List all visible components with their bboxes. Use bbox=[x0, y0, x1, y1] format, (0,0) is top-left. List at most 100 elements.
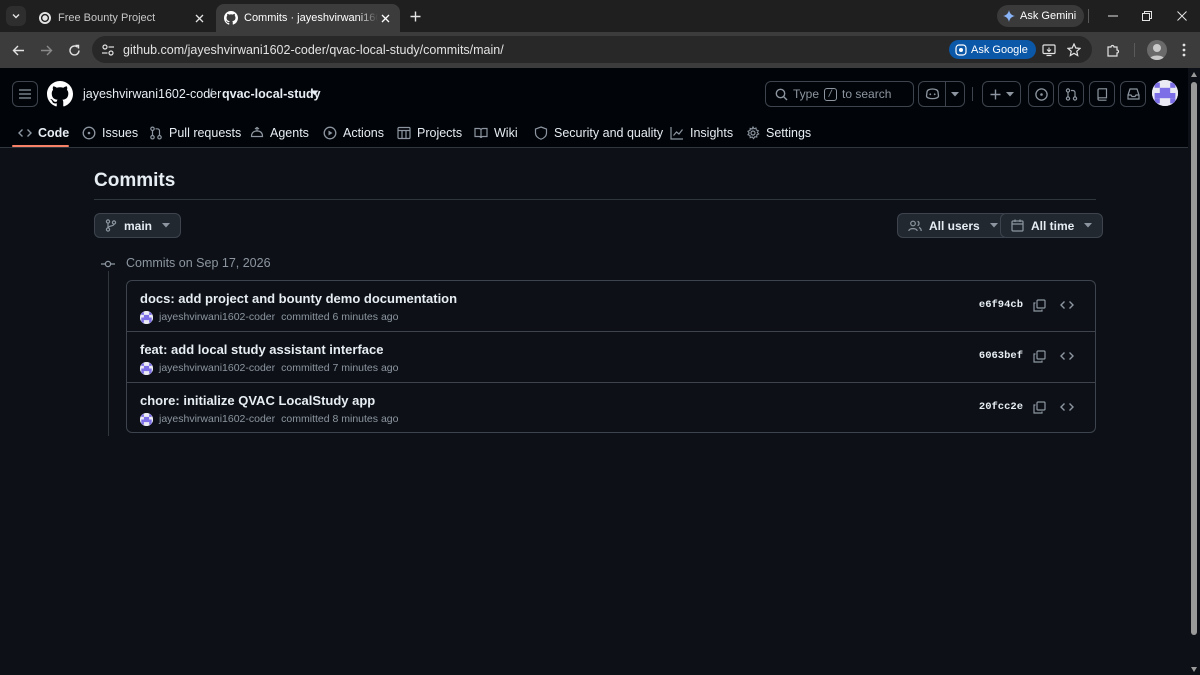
plus-icon bbox=[410, 11, 420, 21]
copy-icon bbox=[1032, 298, 1046, 312]
table-icon bbox=[397, 126, 411, 139]
scroll-up-arrow-icon[interactable] bbox=[1191, 72, 1197, 77]
hamburger-icon bbox=[19, 89, 31, 99]
site-info-icon[interactable] bbox=[100, 42, 115, 57]
commit-sha-link[interactable]: 6063bef bbox=[979, 350, 1023, 362]
breadcrumb-owner-link[interactable]: jayeshvirwani1602-coder bbox=[83, 87, 221, 101]
open-global-nav-button[interactable] bbox=[12, 81, 38, 107]
commit-message-link[interactable]: docs: add project and bounty demo docume… bbox=[140, 291, 457, 306]
tab-issues[interactable]: Issues bbox=[82, 117, 138, 148]
author-avatar[interactable] bbox=[140, 361, 153, 375]
author-name-link[interactable]: jayeshvirwani1602-coder bbox=[159, 362, 275, 374]
branch-select-button[interactable]: main bbox=[94, 213, 182, 238]
tab-wiki[interactable]: Wiki bbox=[474, 117, 518, 148]
tab-label: Settings bbox=[766, 125, 812, 140]
close-tab-icon[interactable] bbox=[378, 11, 392, 25]
close-tab-icon[interactable] bbox=[192, 11, 206, 25]
ask-google-label: Ask Google bbox=[971, 43, 1028, 56]
minimize-button[interactable] bbox=[1104, 7, 1122, 25]
repositories-button[interactable] bbox=[1089, 81, 1115, 107]
commit-sha-link[interactable]: 20fcc2e bbox=[979, 401, 1023, 413]
time-filter-button[interactable]: All time bbox=[1000, 213, 1104, 238]
copy-sha-button[interactable] bbox=[1031, 348, 1047, 364]
install-app-button[interactable] bbox=[1040, 41, 1057, 58]
divider bbox=[1134, 43, 1135, 57]
forward-button[interactable] bbox=[37, 41, 55, 59]
user-avatar[interactable] bbox=[1152, 80, 1178, 106]
bookmark-button[interactable] bbox=[1065, 41, 1082, 58]
users-filter-button[interactable]: All users bbox=[897, 213, 1009, 238]
inbox-button[interactable] bbox=[1120, 81, 1146, 107]
caret-down-icon[interactable] bbox=[310, 90, 319, 96]
minimize-icon bbox=[1108, 15, 1118, 17]
pull-request-icon bbox=[150, 125, 162, 140]
profile-avatar[interactable] bbox=[1147, 40, 1167, 60]
pull-requests-button[interactable] bbox=[1058, 81, 1084, 107]
github-logo-icon[interactable] bbox=[47, 81, 73, 107]
gear-icon bbox=[747, 125, 760, 140]
commit-message-link[interactable]: feat: add local study assistant interfac… bbox=[140, 342, 383, 357]
tab-projects[interactable]: Projects bbox=[397, 117, 462, 148]
address-bar[interactable]: github.com/jayeshvirwani1602-coder/qvac-… bbox=[92, 36, 1092, 63]
tab-agents[interactable]: Agents bbox=[250, 117, 309, 148]
ask-google-button[interactable]: Ask Google bbox=[949, 40, 1036, 59]
profile-icon bbox=[1149, 44, 1165, 60]
scroll-down-arrow-icon[interactable] bbox=[1191, 667, 1197, 672]
github-icon bbox=[224, 11, 238, 25]
branch-name: main bbox=[124, 218, 153, 233]
browser-toolbar: github.com/jayeshvirwani1602-coder/qvac-… bbox=[0, 32, 1200, 68]
create-new-button[interactable] bbox=[982, 81, 1021, 107]
tab-insights[interactable]: Insights bbox=[670, 117, 733, 148]
browser-menu-button[interactable] bbox=[1175, 41, 1193, 59]
ask-gemini-button[interactable]: Ask Gemini bbox=[997, 5, 1085, 27]
author-name-link[interactable]: jayeshvirwani1602-coder bbox=[159, 413, 275, 425]
new-tab-button[interactable] bbox=[406, 7, 424, 25]
copy-sha-button[interactable] bbox=[1031, 399, 1047, 415]
extensions-button[interactable] bbox=[1104, 41, 1122, 59]
breadcrumb-repo-link[interactable]: qvac-local-study bbox=[222, 87, 321, 101]
tab-pull-requests[interactable]: Pull requests bbox=[149, 117, 241, 148]
code-icon bbox=[1060, 352, 1074, 360]
tab-label: Issues bbox=[102, 125, 139, 140]
tab-search-button[interactable] bbox=[6, 6, 26, 26]
timeline-line bbox=[108, 270, 109, 436]
tab-code[interactable]: Code bbox=[18, 117, 69, 148]
repo-navigation: Code Issues Pull requests Agents Actions… bbox=[0, 117, 900, 148]
agents-icon bbox=[250, 126, 264, 137]
page-scrollbar[interactable] bbox=[1188, 68, 1200, 675]
restore-button[interactable] bbox=[1138, 7, 1156, 25]
browser-tab-commits[interactable]: Commits · jayeshvirwani1602-coder/qvac-l… bbox=[216, 4, 400, 32]
author-name-link[interactable]: jayeshvirwani1602-coder bbox=[159, 311, 275, 323]
browse-repo-at-commit-button[interactable] bbox=[1059, 399, 1075, 415]
issues-button[interactable] bbox=[1028, 81, 1054, 107]
code-icon bbox=[1060, 301, 1074, 309]
selected-tab-underline bbox=[12, 145, 69, 147]
reload-button[interactable] bbox=[65, 41, 83, 59]
restore-icon bbox=[1142, 11, 1152, 21]
author-avatar[interactable] bbox=[140, 310, 153, 324]
users-filter-label: All users bbox=[929, 218, 980, 233]
commit-row: docs: add project and bounty demo docume… bbox=[127, 281, 1095, 331]
copy-icon bbox=[1032, 349, 1046, 363]
browse-repo-at-commit-button[interactable] bbox=[1059, 348, 1075, 364]
scrollbar-thumb[interactable] bbox=[1191, 82, 1197, 635]
commit-message-link[interactable]: chore: initialize QVAC LocalStudy app bbox=[140, 393, 375, 408]
search-input[interactable]: Type / to search bbox=[765, 81, 914, 107]
back-button[interactable] bbox=[9, 41, 27, 59]
commit-meta: jayeshvirwani1602-coder committed 6 minu… bbox=[140, 310, 398, 324]
browser-tab-free-bounty[interactable]: Free Bounty Project bbox=[30, 4, 214, 32]
copilot-button[interactable] bbox=[918, 81, 965, 107]
page-title: Commits bbox=[94, 170, 176, 191]
close-window-button[interactable] bbox=[1173, 7, 1191, 25]
tab-actions[interactable]: Actions bbox=[323, 117, 384, 148]
github-header: jayeshvirwani1602-coder / qvac-local-stu… bbox=[0, 68, 1188, 148]
author-avatar[interactable] bbox=[140, 412, 153, 426]
kebab-menu-icon bbox=[1182, 43, 1186, 57]
tab-security[interactable]: Security and quality bbox=[534, 117, 663, 148]
browse-repo-at-commit-button[interactable] bbox=[1059, 297, 1075, 313]
copilot-icon bbox=[925, 88, 939, 100]
identicon-avatar bbox=[1152, 80, 1178, 106]
tab-settings[interactable]: Settings bbox=[746, 117, 811, 148]
copy-sha-button[interactable] bbox=[1031, 297, 1047, 313]
commit-sha-link[interactable]: e6f94cb bbox=[979, 299, 1023, 311]
